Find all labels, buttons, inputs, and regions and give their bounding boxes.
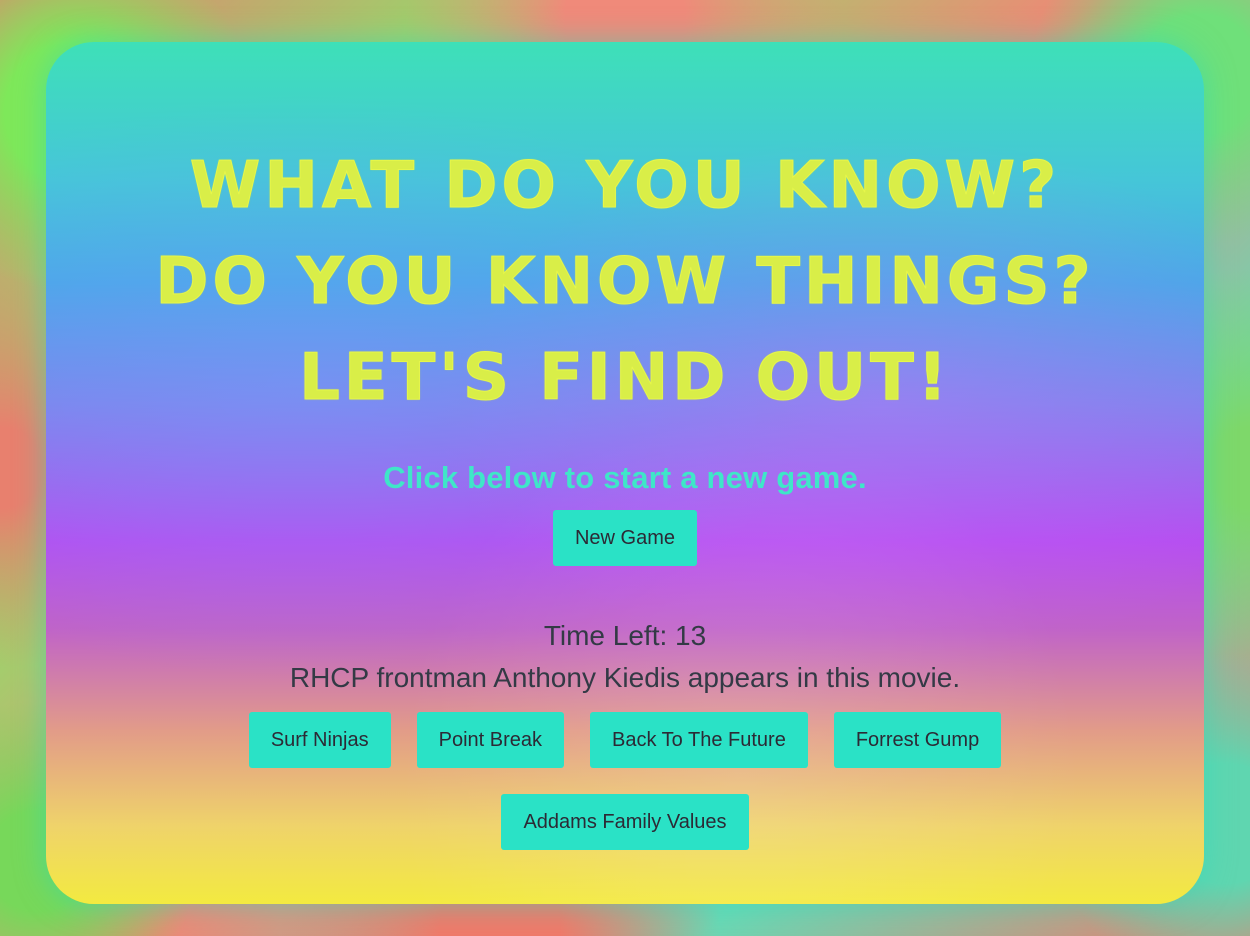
game-panel: WHAT DO YOU KNOW? DO YOU KNOW THINGS? LE… xyxy=(46,42,1204,904)
answer-button[interactable]: Surf Ninjas xyxy=(248,712,391,768)
answer-button[interactable]: Addams Family Values xyxy=(501,794,749,850)
new-game-button[interactable]: New Game xyxy=(552,510,698,566)
answer-button[interactable]: Point Break xyxy=(416,712,565,768)
answer-button[interactable]: Back To The Future xyxy=(590,712,808,768)
title-line-2: DO YOU KNOW THINGS? xyxy=(155,245,1095,320)
title-line-3: LET'S FIND OUT! xyxy=(299,341,951,416)
game-content: WHAT DO YOU KNOW? DO YOU KNOW THINGS? LE… xyxy=(46,42,1204,850)
title-line-1: WHAT DO YOU KNOW? xyxy=(189,149,1061,224)
start-instructions: Click below to start a new game. xyxy=(383,460,867,495)
question-text: RHCP frontman Anthony Kiedis appears in … xyxy=(289,662,961,693)
answer-options: Surf Ninjas Point Break Back To The Futu… xyxy=(195,712,1055,850)
page-title: WHAT DO YOU KNOW? DO YOU KNOW THINGS? LE… xyxy=(46,42,1204,426)
answer-button[interactable]: Forrest Gump xyxy=(833,712,1002,768)
time-left: Time Left: 13 xyxy=(543,620,707,651)
